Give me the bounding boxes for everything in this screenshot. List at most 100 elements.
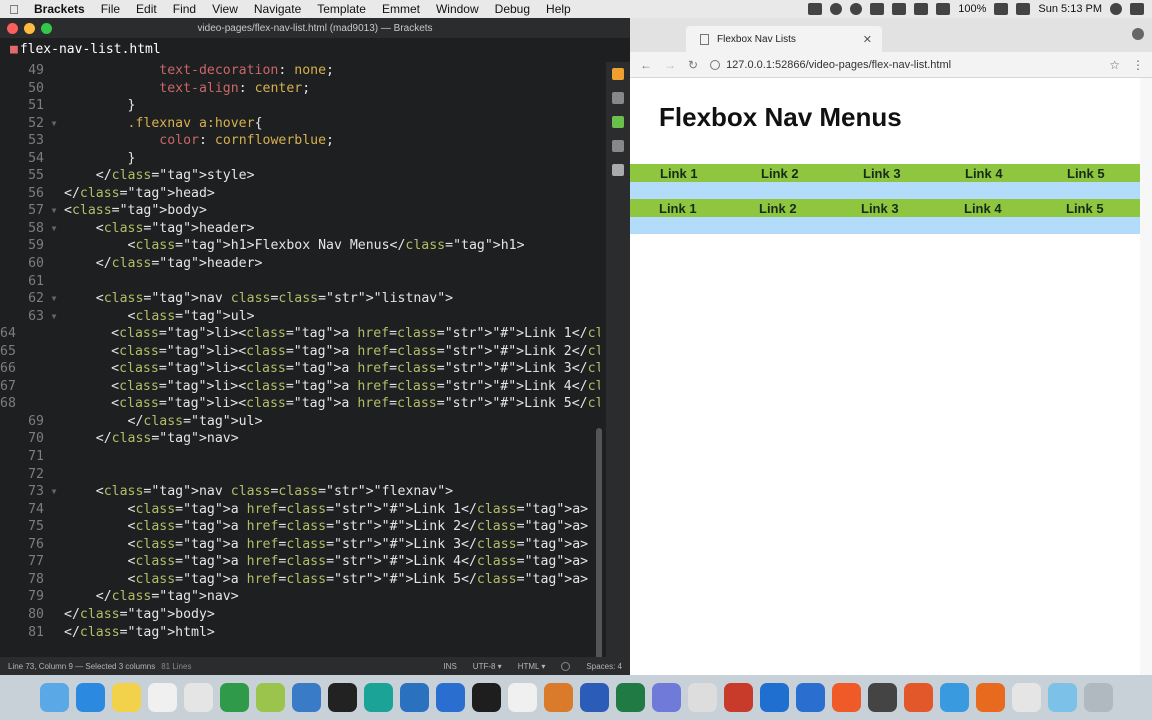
listnav-link-2[interactable]: Link 2 — [761, 166, 799, 181]
fold-toggle-icon[interactable]: ▼ — [44, 220, 64, 238]
clock[interactable]: Sun 5:13 PM — [1038, 3, 1102, 15]
code-line[interactable]: 80 </class="tag">body> — [0, 606, 600, 624]
dock-discord-icon[interactable] — [651, 683, 681, 712]
listnav-link-4[interactable]: Link 4 — [965, 166, 1003, 181]
dropbox-icon[interactable] — [870, 3, 885, 15]
dock-notes-icon[interactable] — [111, 683, 141, 712]
code-line[interactable]: 77 <class="tag">a href=class="str">"#">L… — [0, 553, 600, 571]
dock-excel-icon[interactable] — [615, 683, 645, 712]
dock-github-icon[interactable] — [327, 683, 357, 712]
code-line[interactable]: 64 <class="tag">li><class="tag">a href=c… — [0, 325, 600, 343]
dock-brackets-icon[interactable] — [435, 683, 465, 712]
flexnav-link-2[interactable]: Link 2 — [759, 201, 797, 216]
menu-find[interactable]: Find — [165, 2, 204, 16]
listnav-link-5[interactable]: Link 5 — [1067, 166, 1105, 181]
code-line[interactable]: 75 <class="tag">a href=class="str">"#">L… — [0, 518, 600, 536]
dock-trash-icon[interactable] — [1083, 683, 1113, 712]
code-line[interactable]: 72 — [0, 466, 600, 484]
code-line[interactable]: 68 <class="tag">li><class="tag">a href=c… — [0, 395, 600, 413]
code-line[interactable]: 49 text-decoration: none; — [0, 62, 600, 80]
browser-menu-icon[interactable]: ⋮ — [1132, 58, 1144, 72]
wifi-icon[interactable] — [914, 3, 929, 15]
browser-tab[interactable]: Flexbox Nav Lists ✕ — [686, 26, 882, 52]
dock-brush-icon[interactable] — [831, 683, 861, 712]
code-line[interactable]: 61 — [0, 273, 600, 291]
code-line[interactable]: 74 <class="tag">a href=class="str">"#">L… — [0, 501, 600, 519]
dock-chrome-icon[interactable] — [183, 683, 213, 712]
code-line[interactable]: 55 </class="tag">style> — [0, 167, 600, 185]
code-line[interactable]: 69 </class="tag">ul> — [0, 413, 600, 431]
dock-gitkraken-icon[interactable] — [363, 683, 393, 712]
dock-mint-icon[interactable] — [219, 683, 249, 712]
code-line[interactable]: 66 <class="tag">li><class="tag">a href=c… — [0, 360, 600, 378]
dock-brave-icon[interactable] — [903, 683, 933, 712]
code-line[interactable]: 52 ▼ .flexnav a:hover{ — [0, 115, 600, 133]
dock-firefox-icon[interactable] — [975, 683, 1005, 712]
back-icon[interactable]: ← — [640, 58, 652, 72]
menu-file[interactable]: File — [93, 2, 128, 16]
file-tree-icon[interactable] — [612, 140, 624, 152]
code-line[interactable]: 70 </class="tag">nav> — [0, 430, 600, 448]
dock-app-store-icon[interactable] — [75, 683, 105, 712]
code-area[interactable]: 49 text-decoration: none; 50 text-align: … — [0, 62, 600, 657]
menu-emmet[interactable]: Emmet — [374, 2, 428, 16]
code-line[interactable]: 56 </class="tag">head> — [0, 185, 600, 203]
flexnav-link-5[interactable]: Link 5 — [1066, 201, 1104, 216]
dock-sequel-icon[interactable] — [543, 683, 573, 712]
dock-ie-icon[interactable] — [795, 683, 825, 712]
flexnav-link-4[interactable]: Link 4 — [964, 201, 1002, 216]
code-line[interactable]: 63 ▼ <class="tag">ul> — [0, 308, 600, 326]
code-line[interactable]: 50 text-align: center; — [0, 80, 600, 98]
file-tab[interactable]: ■ flex-nav-list.html — [0, 38, 630, 60]
fold-toggle-icon[interactable]: ▼ — [44, 483, 64, 501]
code-line[interactable]: 53 color: cornflowerblue; — [0, 132, 600, 150]
dock-vscode-icon[interactable] — [399, 683, 429, 712]
keyboard-input-icon[interactable] — [1016, 3, 1031, 15]
code-line[interactable]: 76 <class="tag">a href=class="str">"#">L… — [0, 536, 600, 554]
dock-filezilla-icon[interactable] — [723, 683, 753, 712]
git-icon[interactable] — [612, 116, 624, 128]
fold-toggle-icon[interactable]: ▼ — [44, 115, 64, 133]
browser-scrollbar[interactable] — [1140, 78, 1152, 675]
code-line[interactable]: 67 <class="tag">li><class="tag">a href=c… — [0, 378, 600, 396]
info-icon[interactable] — [710, 59, 721, 70]
code-line[interactable]: 57 ▼ <class="tag">body> — [0, 202, 600, 220]
lightbulb-icon[interactable] — [612, 164, 624, 176]
dock-photoshop-grey-icon[interactable] — [687, 683, 717, 712]
linter-status-icon[interactable] — [561, 661, 571, 671]
menu-edit[interactable]: Edit — [128, 2, 165, 16]
menu-window[interactable]: Window — [428, 2, 487, 16]
volume-icon[interactable] — [936, 3, 951, 15]
code-line[interactable]: 65 <class="tag">li><class="tag">a href=c… — [0, 343, 600, 361]
code-line[interactable]: 58 ▼ <class="tag">header> — [0, 220, 600, 238]
code-line[interactable]: 71 — [0, 448, 600, 466]
code-line[interactable]: 81 </class="tag">html> — [0, 624, 600, 642]
fold-toggle-icon[interactable]: ▼ — [44, 308, 64, 326]
profile-icon[interactable] — [1132, 28, 1144, 40]
battery-icon[interactable] — [994, 3, 1009, 15]
bookmark-star-icon[interactable]: ☆ — [1109, 58, 1120, 72]
dock-obs-icon[interactable] — [867, 683, 897, 712]
dock-safari-icon[interactable] — [939, 683, 969, 712]
fold-toggle-icon[interactable]: ▼ — [44, 290, 64, 308]
listnav-link-1[interactable]: Link 1 — [660, 166, 698, 181]
insert-mode[interactable]: INS — [443, 662, 456, 671]
editor-scrollbar[interactable] — [596, 428, 602, 668]
screen-recording-icon[interactable] — [808, 3, 823, 15]
battery-percent[interactable]: 100% — [958, 3, 986, 15]
flexnav-link-3[interactable]: Link 3 — [861, 201, 899, 216]
menu-template[interactable]: Template — [309, 2, 374, 16]
dock-notepad-icon[interactable] — [507, 683, 537, 712]
code-line[interactable]: 54 } — [0, 150, 600, 168]
dock-downloads-icon[interactable] — [1047, 683, 1077, 712]
sync-icon[interactable] — [830, 3, 843, 15]
reload-icon[interactable]: ↻ — [688, 58, 698, 72]
close-tab-icon[interactable]: ✕ — [863, 33, 872, 46]
live-preview-icon[interactable] — [612, 68, 624, 80]
bluetooth-icon[interactable] — [892, 3, 907, 15]
code-line[interactable]: 59 <class="tag">h1>Flexbox Nav Menus</cl… — [0, 237, 600, 255]
encoding-select[interactable]: UTF-8 ▾ — [473, 662, 502, 671]
listnav-link-3[interactable]: Link 3 — [863, 166, 901, 181]
code-line[interactable]: 73 ▼ <class="tag">nav class=class="str">"… — [0, 483, 600, 501]
dock-utilities-icon[interactable] — [291, 683, 321, 712]
